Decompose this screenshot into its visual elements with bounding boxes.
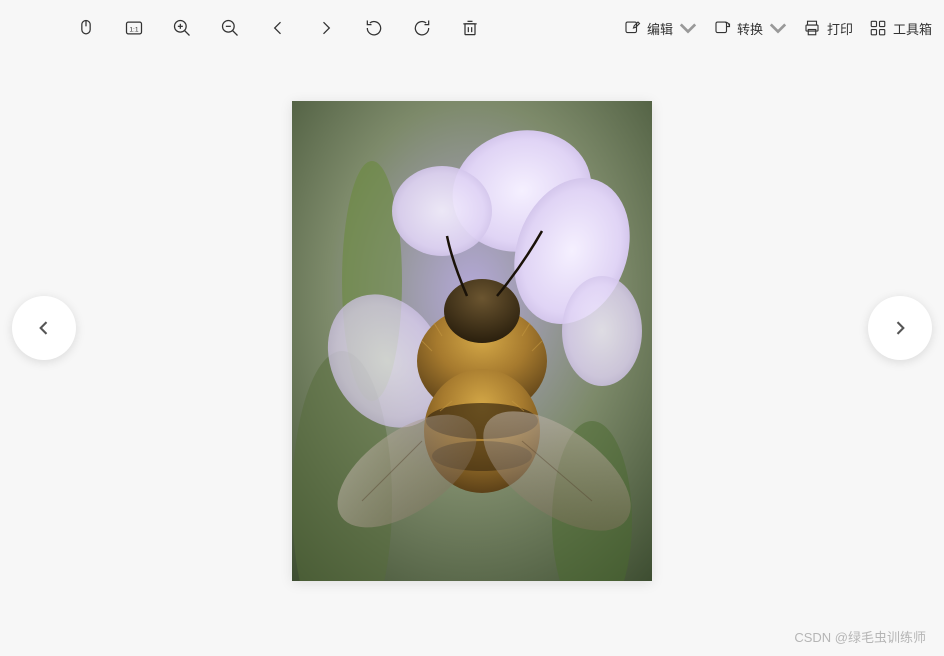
convert-icon <box>713 19 731 37</box>
edit-icon <box>623 19 641 37</box>
chevron-right-icon <box>890 318 910 338</box>
print-icon <box>803 19 821 37</box>
chevron-left-icon <box>34 318 54 338</box>
toolbar-left-group: 1:1 <box>74 16 482 40</box>
rotate-left-icon[interactable] <box>362 16 386 40</box>
toolbox-label: 工具箱 <box>893 19 932 38</box>
chevron-down-icon <box>679 19 697 37</box>
chevron-down-icon <box>769 19 787 37</box>
prev-image-button[interactable] <box>12 296 76 360</box>
toolbar: 1:1 编辑 转换 <box>0 0 944 56</box>
bee-on-flower-image <box>292 101 652 581</box>
toolbar-right-group: 编辑 转换 打印 工具箱 <box>623 19 932 38</box>
prev-icon[interactable] <box>266 16 290 40</box>
rotate-right-icon[interactable] <box>410 16 434 40</box>
zoom-in-icon[interactable] <box>170 16 194 40</box>
zoom-out-icon[interactable] <box>218 16 242 40</box>
svg-text:1:1: 1:1 <box>129 26 139 33</box>
next-image-button[interactable] <box>868 296 932 360</box>
toolbox-button[interactable]: 工具箱 <box>869 19 932 38</box>
image-display[interactable] <box>292 101 652 581</box>
print-button[interactable]: 打印 <box>803 19 853 38</box>
convert-label: 转换 <box>737 19 763 38</box>
actual-size-icon[interactable]: 1:1 <box>122 16 146 40</box>
convert-button[interactable]: 转换 <box>713 19 787 38</box>
toolbox-icon <box>869 19 887 37</box>
watermark-text: CSDN @绿毛虫训练师 <box>794 627 926 646</box>
mouse-mode-icon[interactable] <box>74 16 98 40</box>
image-viewer <box>0 56 944 656</box>
delete-icon[interactable] <box>458 16 482 40</box>
edit-button[interactable]: 编辑 <box>623 19 697 38</box>
edit-label: 编辑 <box>647 19 673 38</box>
next-icon[interactable] <box>314 16 338 40</box>
print-label: 打印 <box>827 19 853 38</box>
